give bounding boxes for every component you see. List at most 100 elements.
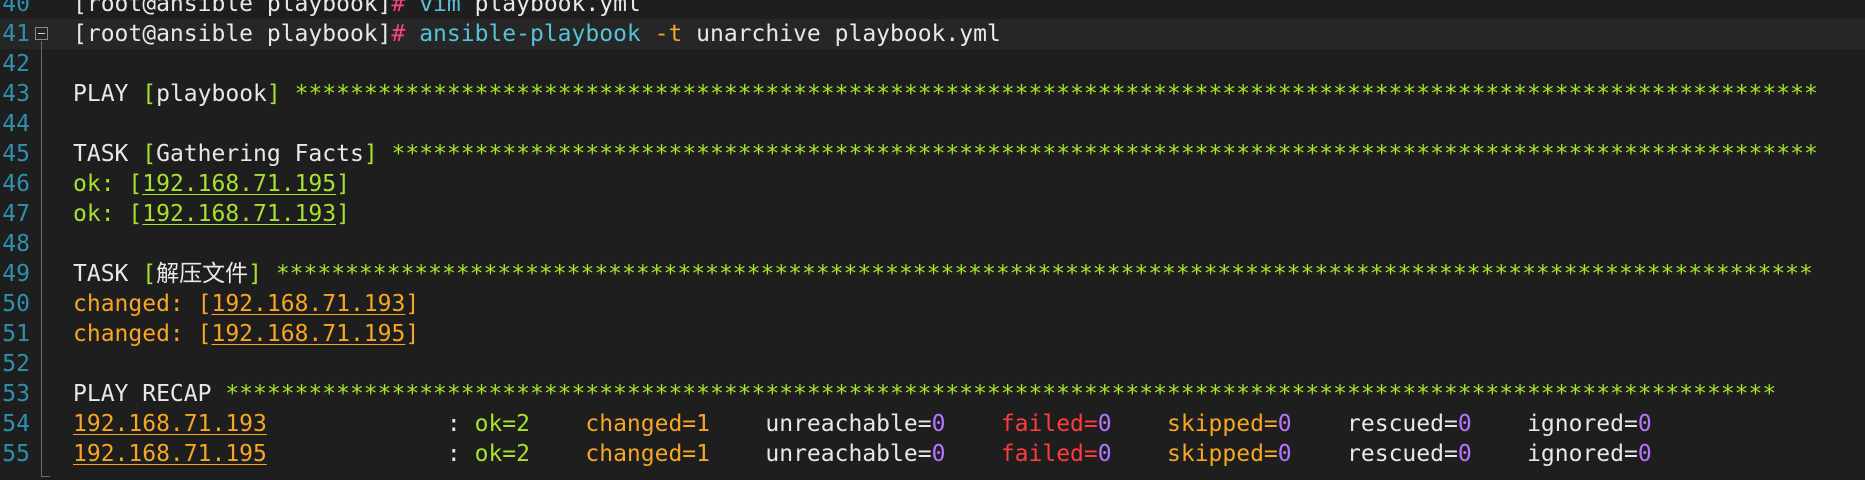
line-content: ok: [192.168.71.193]	[73, 199, 350, 229]
code-token: ****************************************…	[225, 381, 1777, 407]
code-token: failed=	[1000, 411, 1098, 437]
line-number: 43	[2, 81, 30, 107]
line-content: [root@ansible playbook]# vim playbook.ym…	[73, 0, 641, 19]
editor-line[interactable]: 45 TASK [Gathering Facts] ***************…	[0, 139, 1865, 169]
code-token: PLAY	[73, 81, 143, 107]
line-content: 192.168.71.195 : ok=2 changed=1 unreacha…	[73, 439, 1652, 469]
line-content: [root@ansible playbook]# ansible-playboo…	[73, 19, 1001, 49]
editor-line[interactable]: 52	[0, 349, 1865, 379]
editor-line[interactable]: 54 192.168.71.193 : ok=2 changed=1 unreac…	[0, 409, 1865, 439]
editor-line[interactable]: 43 PLAY [playbook] **********************…	[0, 79, 1865, 109]
editor-line[interactable]: 48	[0, 229, 1865, 259]
code-token: unarchive playbook.yml	[696, 21, 1001, 47]
code-token: unreachable=	[765, 411, 932, 437]
code-token: ]	[405, 321, 420, 347]
host-address[interactable]: 192.168.71.193	[142, 201, 336, 227]
code-token: ignored=	[1527, 441, 1638, 467]
line-number: 49	[2, 261, 30, 287]
code-token: ok=2	[474, 411, 530, 437]
editor-line[interactable]: 47 ok: [192.168.71.193]	[0, 199, 1865, 229]
line-number: 54	[2, 411, 30, 437]
editor-line[interactable]: 50 changed: [192.168.71.193]	[0, 289, 1865, 319]
code-token: ansible-playbook	[419, 21, 655, 47]
code-token: [	[142, 261, 157, 287]
line-content: PLAY [playbook] ************************…	[73, 79, 1818, 109]
code-token: changed=1	[585, 441, 710, 467]
code-token: ****************************************…	[391, 141, 1818, 167]
code-token: ]	[248, 261, 262, 287]
code-token: 0	[1637, 441, 1652, 467]
line-number: 52	[2, 351, 30, 377]
fold-end-marker	[41, 476, 50, 477]
code-editor[interactable]: 40 [root@ansible playbook]# vim playbook.…	[0, 0, 1865, 480]
code-token: changed=1	[585, 411, 710, 437]
code-token: ok=2	[474, 441, 530, 467]
line-number: 46	[2, 171, 30, 197]
host-address[interactable]: 192.168.71.193	[73, 411, 267, 437]
code-token: 解压文件	[156, 261, 249, 287]
code-token: ****************************************…	[294, 81, 1818, 107]
line-number: 53	[2, 381, 30, 407]
code-token: rescued=	[1347, 411, 1458, 437]
line-content: changed: [192.168.71.195]	[73, 319, 419, 349]
code-token: ]	[405, 291, 420, 317]
line-content: 192.168.71.193 : ok=2 changed=1 unreacha…	[73, 409, 1652, 439]
code-token: :	[266, 411, 475, 437]
editor-line[interactable]: 40 [root@ansible playbook]# vim playbook.…	[0, 0, 1865, 19]
code-token: ****************************************…	[275, 261, 1813, 287]
editor-line[interactable]: 49 TASK [解压文件] **************************…	[0, 259, 1865, 289]
line-number: 48	[2, 231, 30, 257]
code-token: -t	[654, 21, 697, 47]
host-address[interactable]: 192.168.71.193	[211, 291, 405, 317]
code-token: skipped=	[1167, 441, 1278, 467]
editor-line[interactable]: 42	[0, 49, 1865, 79]
line-content: ok: [192.168.71.195]	[73, 169, 350, 199]
fold-rail	[41, 41, 42, 476]
code-token: #	[391, 0, 420, 17]
editor-line[interactable]: 41 [root@ansible playbook]# ansible-playb…	[0, 19, 1865, 49]
editor-line[interactable]: 55 192.168.71.195 : ok=2 changed=1 unreac…	[0, 439, 1865, 469]
code-token: 0	[1457, 411, 1472, 437]
line-number: 47	[2, 201, 30, 227]
line-content: TASK [解压文件] ****************************…	[73, 259, 1813, 289]
editor-line[interactable]: 51 changed: [192.168.71.195]	[0, 319, 1865, 349]
code-token: rescued=	[1347, 441, 1458, 467]
code-token: TASK	[73, 261, 143, 287]
code-token: [root@ansible playbook]	[73, 21, 392, 47]
code-token: ]	[336, 171, 350, 197]
code-token: playbook	[156, 81, 267, 107]
code-token: 0	[1277, 441, 1292, 467]
code-token: ignored=	[1527, 411, 1638, 437]
editor-line[interactable]: 53 PLAY RECAP ***************************…	[0, 379, 1865, 409]
code-token: skipped=	[1167, 411, 1278, 437]
code-token: PLAY RECAP	[73, 381, 226, 407]
code-token: ]	[336, 201, 350, 227]
line-content: PLAY RECAP *****************************…	[73, 379, 1776, 409]
line-number: 51	[2, 321, 30, 347]
code-token: 0	[1097, 411, 1112, 437]
editor-line[interactable]: 46 ok: [192.168.71.195]	[0, 169, 1865, 199]
code-token: ]	[266, 81, 281, 107]
editor-line[interactable]: 44	[0, 109, 1865, 139]
host-address[interactable]: 192.168.71.195	[142, 171, 336, 197]
line-number: 55	[2, 441, 30, 467]
fold-collapse-icon[interactable]	[35, 27, 48, 40]
line-number: 42	[2, 51, 30, 77]
code-token: vim	[419, 0, 475, 17]
line-number: 40	[2, 0, 30, 17]
code-token: failed=	[1000, 441, 1098, 467]
host-address[interactable]: 192.168.71.195	[211, 321, 405, 347]
code-token: TASK	[73, 141, 143, 167]
host-address[interactable]: 192.168.71.195	[73, 441, 267, 467]
line-number: 41	[2, 21, 30, 47]
